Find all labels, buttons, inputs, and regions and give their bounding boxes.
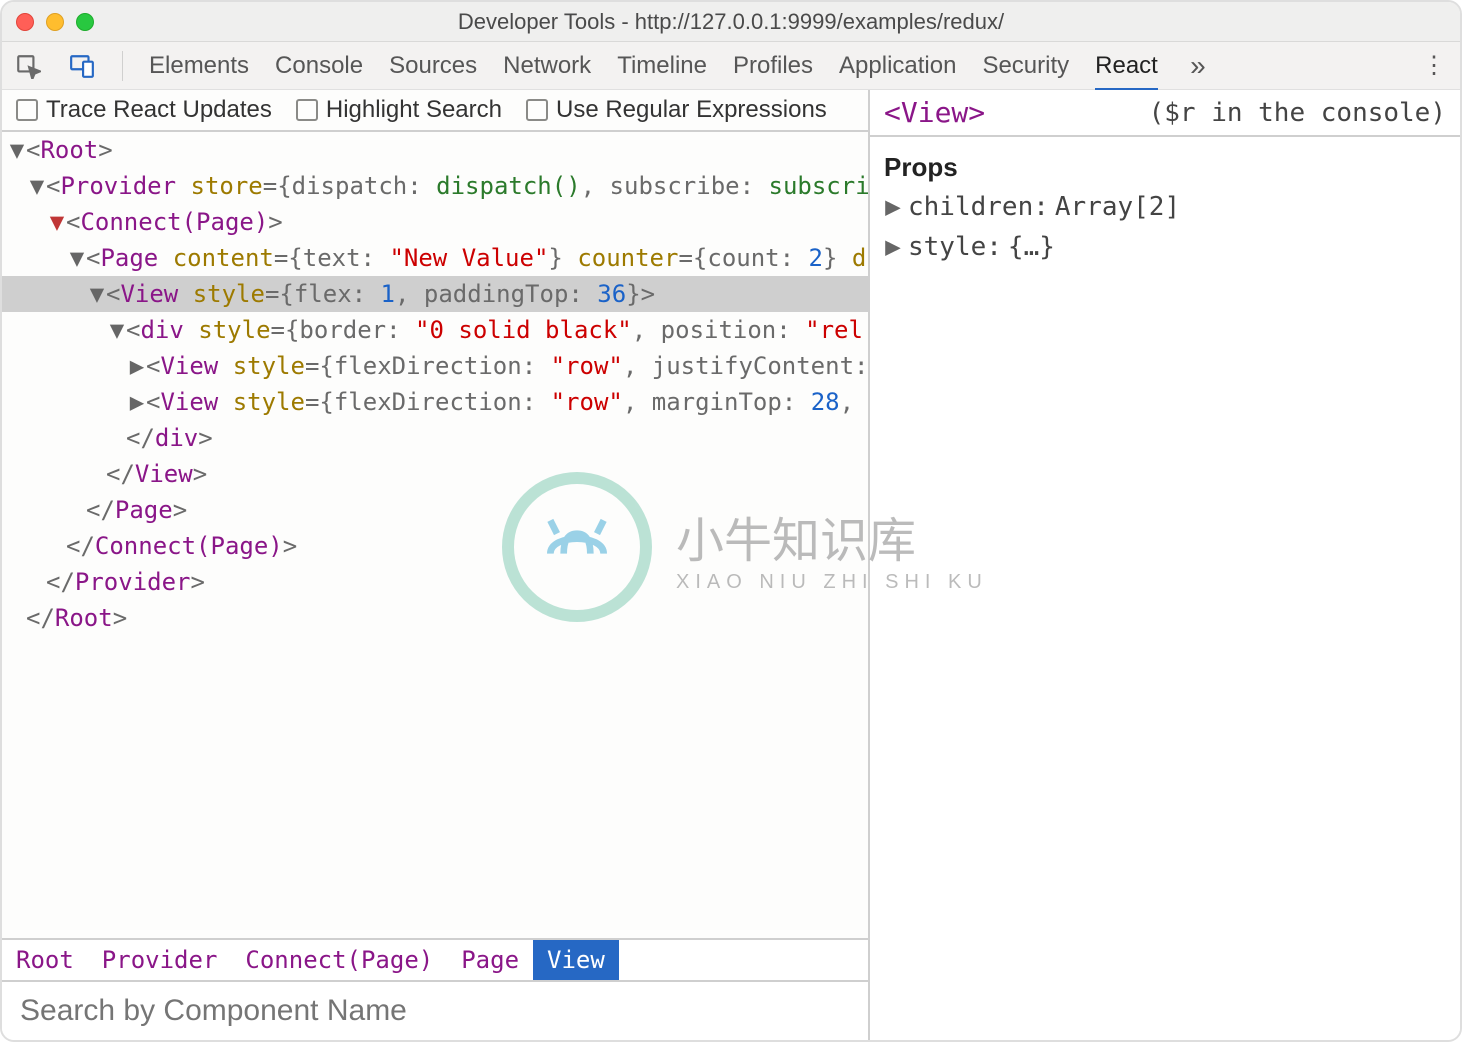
use-regex-label: Use Regular Expressions (556, 96, 827, 124)
tree-row[interactable]: ▼<View style={flex: 1, paddingTop: 36}> (2, 276, 868, 312)
tab-profiles[interactable]: Profiles (733, 52, 813, 80)
use-regex-checkbox[interactable]: Use Regular Expressions (526, 96, 827, 124)
tab-console[interactable]: Console (275, 52, 363, 80)
breadcrumb-item[interactable]: Root (2, 940, 88, 980)
tree-row[interactable]: </Provider> (2, 564, 868, 600)
checkbox-icon (16, 99, 38, 121)
tab-application[interactable]: Application (839, 52, 956, 80)
highlight-search-label: Highlight Search (326, 96, 502, 124)
tree-row[interactable]: ▶<View style={flexDirection: "row", just… (2, 348, 868, 384)
tree-row[interactable]: ▼<Root> (2, 132, 868, 168)
prop-row[interactable]: ▶style: {…} (884, 227, 1446, 267)
checkbox-icon (526, 99, 548, 121)
device-toggle-icon[interactable] (68, 52, 96, 80)
disclosure-triangle-icon[interactable]: ▼ (28, 168, 46, 204)
disclosure-triangle-icon[interactable]: ▶ (128, 348, 146, 384)
tree-row[interactable]: </Root> (2, 600, 868, 636)
devtools-tabbar: Elements Console Sources Network Timelin… (2, 42, 1460, 90)
tree-row[interactable]: ▼<div style={border: "0 solid black", po… (2, 312, 868, 348)
selected-component-name: <View> (884, 96, 985, 129)
prop-row[interactable]: ▶children: Array[2] (884, 187, 1446, 227)
disclosure-triangle-icon[interactable]: ▼ (108, 312, 126, 348)
disclosure-triangle-icon[interactable]: ▼ (68, 240, 86, 276)
inspect-icon[interactable] (14, 52, 42, 80)
disclosure-triangle-icon[interactable]: ▼ (88, 276, 106, 312)
breadcrumb-item[interactable]: Connect(Page) (231, 940, 447, 980)
disclosure-triangle-icon[interactable]: ▶ (884, 187, 902, 227)
tab-security[interactable]: Security (982, 52, 1069, 80)
tree-row[interactable]: </div> (2, 420, 868, 456)
console-hint: ($r in the console) (1149, 98, 1446, 128)
tab-network[interactable]: Network (503, 52, 591, 80)
component-tree[interactable]: ▼<Root>▼<Provider store={dispatch: dispa… (2, 132, 868, 938)
prop-key: style: (908, 227, 1002, 267)
window-title: Developer Tools - http://127.0.0.1:9999/… (2, 9, 1460, 35)
tree-row[interactable]: ▶<View style={flexDirection: "row", marg… (2, 384, 868, 420)
tree-row[interactable]: </View> (2, 456, 868, 492)
tab-react[interactable]: React (1095, 52, 1158, 92)
react-options-bar: Trace React Updates Highlight Search Use… (2, 90, 868, 132)
highlight-search-checkbox[interactable]: Highlight Search (296, 96, 502, 124)
breadcrumb-item[interactable]: Provider (88, 940, 232, 980)
prop-value: {…} (1008, 227, 1055, 267)
tree-row[interactable]: ▼<Page content={text: "New Value"} count… (2, 240, 868, 276)
tree-row[interactable]: ▼<Provider store={dispatch: dispatch(), … (2, 168, 868, 204)
tree-row[interactable]: ▼<Connect(Page)> (2, 204, 868, 240)
tab-elements[interactable]: Elements (149, 52, 249, 80)
prop-key: children: (908, 187, 1049, 227)
checkbox-icon (296, 99, 318, 121)
titlebar: Developer Tools - http://127.0.0.1:9999/… (2, 2, 1460, 42)
tab-timeline[interactable]: Timeline (617, 52, 707, 80)
search-input[interactable] (2, 982, 868, 1040)
trace-react-updates-checkbox[interactable]: Trace React Updates (16, 96, 272, 124)
component-breadcrumb: RootProviderConnect(Page)PageView (2, 938, 868, 980)
disclosure-triangle-icon[interactable]: ▼ (8, 132, 26, 168)
disclosure-triangle-icon[interactable]: ▼ (48, 204, 66, 240)
props-heading: Props (884, 147, 1446, 187)
prop-value: Array[2] (1055, 187, 1180, 227)
breadcrumb-item[interactable]: View (533, 940, 619, 980)
disclosure-triangle-icon[interactable]: ▶ (884, 227, 902, 267)
disclosure-triangle-icon[interactable]: ▶ (128, 384, 146, 420)
breadcrumb-item[interactable]: Page (447, 940, 533, 980)
kebab-menu-icon[interactable]: ⋮ (1420, 52, 1448, 80)
trace-react-updates-label: Trace React Updates (46, 96, 272, 124)
tree-row[interactable]: </Connect(Page)> (2, 528, 868, 564)
tree-row[interactable]: </Page> (2, 492, 868, 528)
tab-sources[interactable]: Sources (389, 52, 477, 80)
tabs-overflow-icon[interactable]: » (1184, 52, 1212, 80)
